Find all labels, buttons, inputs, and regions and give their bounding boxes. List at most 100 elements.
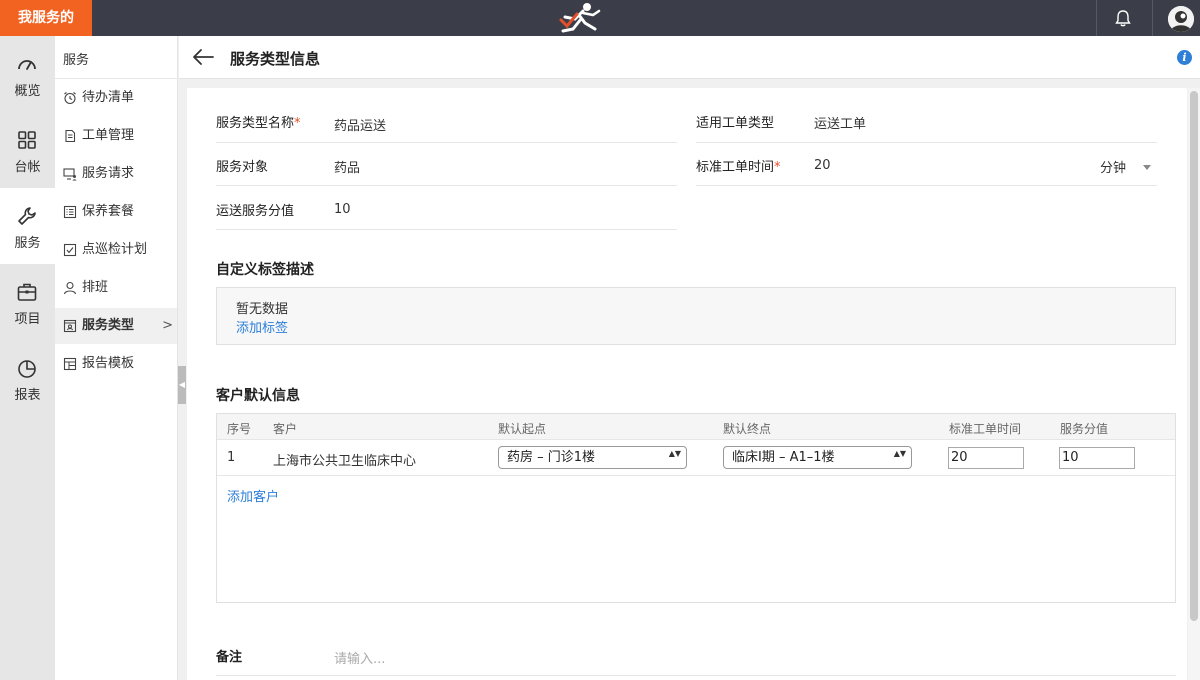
rail-item-project[interactable]: 项目 (0, 264, 55, 340)
topbar-divider (1152, 0, 1153, 36)
chevron-right-icon: > (162, 318, 173, 333)
submenu-item-inspection[interactable]: 点巡检计划 (55, 232, 177, 268)
submenu-item-service-type[interactable]: 服务类型 > (55, 308, 177, 344)
order-type-value[interactable]: 运送工单 (814, 113, 866, 132)
submenu-item-requests[interactable]: 服务请求 (55, 156, 177, 192)
submenu-item-label: 报告模板 (82, 356, 135, 371)
submenu-item-orders[interactable]: 工单管理 (55, 118, 177, 154)
submenu-item-schedule[interactable]: 排班 (55, 270, 177, 306)
add-tag-link[interactable]: 添加标签 (236, 317, 288, 336)
remark-label: 备注 (216, 650, 243, 665)
submenu-item-label: 服务请求 (82, 166, 135, 181)
rail-item-report[interactable]: 报表 (0, 340, 55, 416)
default-end-select[interactable]: 临床I期 – A1–1楼 ▲▼ (723, 446, 912, 469)
std-time-label: 标准工单时间* (696, 160, 781, 175)
add-customer-link[interactable]: 添加客户 (227, 486, 279, 505)
submenu-item-label: 点巡检计划 (82, 242, 148, 257)
rail-item-ledger[interactable]: 台帐 (0, 112, 55, 188)
gauge-icon (18, 60, 36, 70)
field-divider (216, 142, 677, 143)
service-type-form: 服务类型名称* 药品运送 服务对象 药品 运送服务分值 10 适用工单类型 运送… (187, 88, 1187, 680)
field-divider (696, 185, 1157, 186)
scrollbar-thumb[interactable] (1190, 91, 1198, 621)
column-header: 默认终点 (723, 422, 772, 436)
rail-item-label: 概览 (14, 84, 41, 99)
default-start-select[interactable]: 药房 – 门诊1楼 ▲▼ (498, 446, 687, 469)
select-arrows-icon: ▲▼ (893, 449, 906, 458)
submenu-title: 服务 (63, 53, 90, 68)
service-submenu: 服务 待办清单 工单管理 服务请求 保养套餐 点巡检计划 排班 服务类型 > 报… (55, 36, 178, 680)
service-target-label: 服务对象 (216, 160, 269, 175)
tags-box: 暂无数据 添加标签 (216, 287, 1176, 345)
std-time-input[interactable]: 20 (948, 447, 1024, 469)
runner-logo-icon (559, 3, 601, 33)
submenu-divider (55, 78, 178, 79)
field-divider (216, 675, 1176, 676)
submenu-item-maintenance[interactable]: 保养套餐 (55, 194, 177, 230)
remark-input[interactable]: 请输入... (334, 648, 385, 667)
submenu-item-label: 工单管理 (82, 128, 135, 143)
content-scrollbar[interactable] (1188, 88, 1200, 680)
row-index: 1 (227, 450, 236, 465)
tags-empty-text: 暂无数据 (236, 302, 289, 317)
service-score-value[interactable]: 10 (334, 202, 351, 217)
alarm-clock-icon (64, 92, 76, 105)
column-header: 客户 (273, 422, 298, 436)
rail-item-label: 台帐 (14, 160, 41, 175)
collapse-sidebar-handle[interactable]: ◀ (178, 366, 186, 404)
service-type-name-value[interactable]: 药品运送 (334, 115, 386, 134)
top-bar: 我服务的 (0, 0, 1200, 36)
column-header: 默认起点 (498, 422, 547, 436)
page-title: 服务类型信息 (230, 50, 321, 68)
service-target-value[interactable]: 药品 (334, 157, 360, 176)
wrench-icon (18, 207, 36, 225)
rail-item-service[interactable]: 服务 (0, 188, 55, 264)
grid-icon (18, 131, 36, 149)
submenu-item-label: 服务类型 (82, 318, 135, 333)
customers-section-title: 客户默认信息 (216, 388, 300, 404)
tags-section-title: 自定义标签描述 (216, 262, 314, 278)
briefcase-icon (17, 283, 37, 301)
page-header: 服务类型信息 i (179, 36, 1200, 79)
submenu-item-report-template[interactable]: 报告模板 (55, 346, 177, 382)
score-input[interactable]: 10 (1059, 447, 1135, 469)
row-divider (217, 475, 1175, 476)
back-arrow-icon[interactable] (191, 47, 215, 67)
user-icon (63, 281, 77, 295)
field-divider (696, 142, 1157, 143)
service-score-label: 运送服务分值 (216, 204, 295, 219)
end-select-value: 临床I期 – A1–1楼 (732, 450, 835, 465)
main-nav-rail: 概览 台帐 服务 项目 报表 (0, 36, 55, 680)
submenu-item-todo[interactable]: 待办清单 (55, 80, 177, 116)
service-type-name-label: 服务类型名称* (216, 116, 301, 131)
rail-item-label: 报表 (14, 388, 41, 403)
std-time-value[interactable]: 20 (814, 158, 831, 173)
checkbox-icon (63, 243, 77, 257)
document-icon (65, 129, 76, 143)
table-header: 序号 客户 默认起点 默认终点 标准工单时间 服务分值 (217, 414, 1175, 440)
rail-item-label: 项目 (14, 312, 41, 327)
time-unit-select[interactable]: 分钟 (1100, 157, 1126, 176)
submenu-item-label: 排班 (82, 280, 109, 295)
field-divider (216, 229, 677, 230)
rail-item-label: 服务 (14, 236, 41, 251)
start-select-value: 药房 – 门诊1楼 (507, 450, 596, 465)
avatar-icon (1168, 6, 1194, 32)
topbar-divider (1096, 0, 1097, 36)
field-divider (216, 185, 677, 186)
column-header: 服务分值 (1060, 422, 1109, 436)
rail-item-overview[interactable]: 概览 (0, 36, 55, 112)
required-mark: * (774, 160, 781, 175)
order-type-label: 适用工单类型 (696, 116, 775, 131)
brand-tab[interactable]: 我服务的 (0, 0, 92, 36)
bell-icon[interactable] (1113, 8, 1133, 28)
info-icon[interactable]: i (1177, 50, 1192, 65)
row-customer: 上海市公共卫生临床中心 (273, 454, 417, 469)
monitor-user-icon (63, 168, 77, 181)
chevron-down-icon (1143, 165, 1151, 170)
service-type-icon (63, 319, 77, 333)
user-avatar[interactable] (1168, 6, 1194, 32)
column-header: 标准工单时间 (949, 422, 1022, 436)
customers-table: 序号 客户 默认起点 默认终点 标准工单时间 服务分值 1 上海市公共卫生临床中… (216, 413, 1176, 603)
template-icon (63, 357, 77, 371)
